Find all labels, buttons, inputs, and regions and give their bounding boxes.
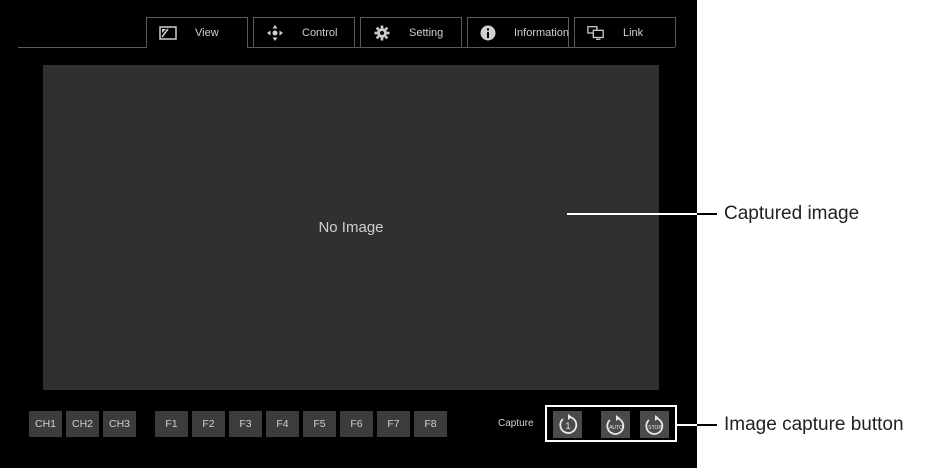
tab-setting[interactable]: Setting	[360, 17, 462, 47]
callout-line-image-inner	[567, 213, 697, 215]
capture-auto-icon: AUTO	[604, 414, 628, 436]
capture-stop-button[interactable]: STOP	[640, 411, 669, 438]
callout-line-button-inner	[677, 424, 697, 426]
capture-once-glyph: 1	[565, 421, 570, 431]
monitors-icon	[587, 25, 605, 41]
gear-icon	[373, 25, 391, 41]
tab-link[interactable]: Link	[574, 17, 676, 47]
ch3-button[interactable]: CH3	[103, 411, 136, 437]
tab-label: Setting	[409, 26, 444, 39]
tab-label: Information	[514, 26, 570, 39]
tab-label: Control	[302, 26, 338, 39]
f2-button[interactable]: F2	[192, 411, 225, 437]
channel-buttons: CH1 CH2 CH3	[29, 411, 136, 437]
info-icon	[480, 25, 496, 41]
f6-button[interactable]: F6	[340, 411, 373, 437]
capture-once-button[interactable]: 1	[553, 411, 582, 438]
f3-button[interactable]: F3	[229, 411, 262, 437]
ch2-button[interactable]: CH2	[66, 411, 99, 437]
f8-button[interactable]: F8	[414, 411, 447, 437]
tab-label: Link	[623, 26, 644, 39]
tab-information[interactable]: Information	[467, 17, 569, 47]
capture-stop-glyph: STOP	[648, 425, 662, 431]
view-icon	[159, 25, 177, 41]
tab-view[interactable]: View	[146, 17, 248, 48]
capture-auto-glyph: AUTO	[609, 425, 623, 431]
f4-button[interactable]: F4	[266, 411, 299, 437]
function-key-buttons: F1 F2 F3 F4 F5 F6 F7 F8	[155, 411, 447, 437]
capture-label: Capture	[498, 418, 534, 429]
callout-capture-button: Image capture button	[724, 414, 904, 435]
callout-line-button	[697, 424, 717, 426]
capture-button-group: 1 AUTO STOP	[545, 405, 677, 442]
ch1-button[interactable]: CH1	[29, 411, 62, 437]
app-screen: View Control Setting Information Link No…	[0, 0, 697, 468]
f1-button[interactable]: F1	[155, 411, 188, 437]
no-image-text: No Image	[318, 219, 384, 236]
tab-control[interactable]: Control	[253, 17, 355, 47]
callout-captured-image: Captured image	[724, 203, 860, 224]
f7-button[interactable]: F7	[377, 411, 410, 437]
capture-auto-button[interactable]: AUTO	[601, 411, 630, 438]
tab-label: View	[195, 27, 219, 39]
f5-button[interactable]: F5	[303, 411, 336, 437]
capture-once-icon: 1	[557, 413, 579, 436]
capture-stop-icon: STOP	[643, 414, 667, 436]
callout-line-image	[697, 213, 717, 215]
captured-image-area: No Image	[43, 65, 659, 390]
move-arrows-icon	[266, 24, 284, 41]
tab-bar: View Control Setting Information Link	[146, 17, 676, 48]
